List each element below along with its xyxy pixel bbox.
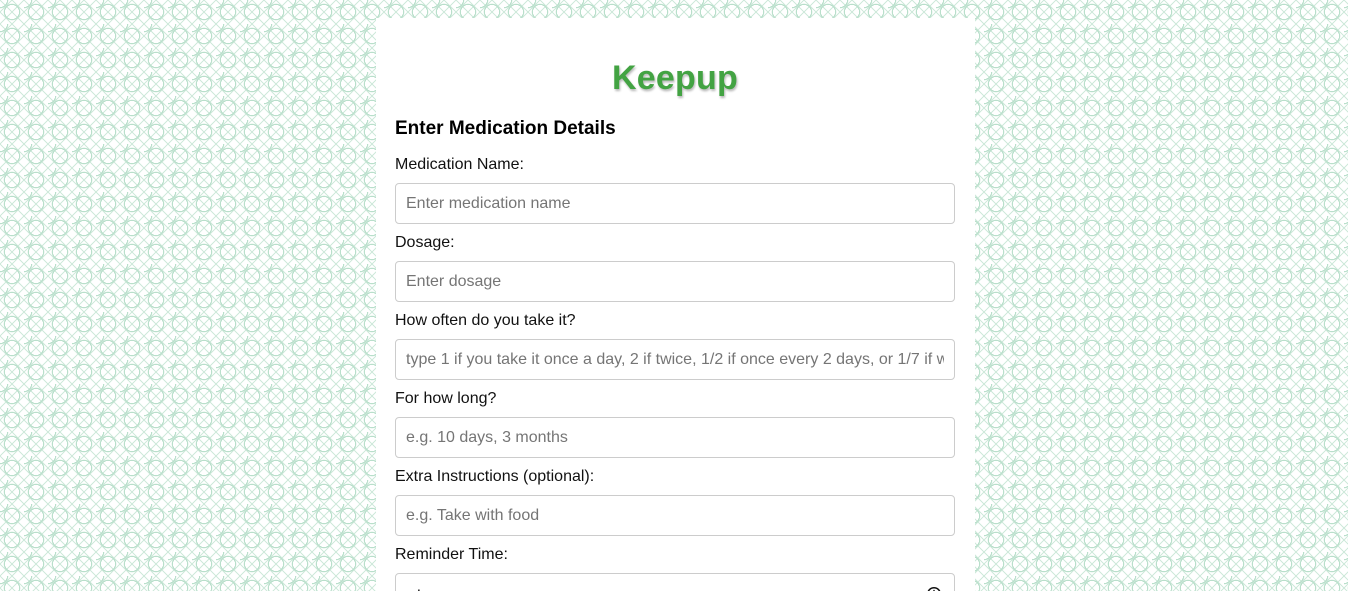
app-brand-title: Keepup	[612, 59, 738, 97]
dosage-input[interactable]	[395, 261, 955, 302]
form-title: Enter Medication Details	[395, 118, 616, 139]
reminder-time-value: --:-- --	[406, 585, 447, 591]
clock-icon[interactable]	[926, 586, 942, 591]
reminder-time-input[interactable]: --:-- --	[395, 573, 955, 591]
duration-input[interactable]	[395, 417, 955, 458]
medication-name-label: Medication Name:	[395, 156, 524, 173]
frequency-label: How often do you take it?	[395, 312, 576, 329]
extra-instructions-input[interactable]	[395, 495, 955, 536]
medication-name-input[interactable]	[395, 183, 955, 224]
frequency-input[interactable]	[395, 339, 955, 380]
medication-form-card: Keepup Enter Medication Details Medicati…	[376, 18, 975, 591]
dosage-label: Dosage:	[395, 234, 455, 251]
reminder-time-label: Reminder Time:	[395, 546, 508, 563]
extra-instructions-label: Extra Instructions (optional):	[395, 468, 595, 485]
duration-label: For how long?	[395, 390, 497, 407]
